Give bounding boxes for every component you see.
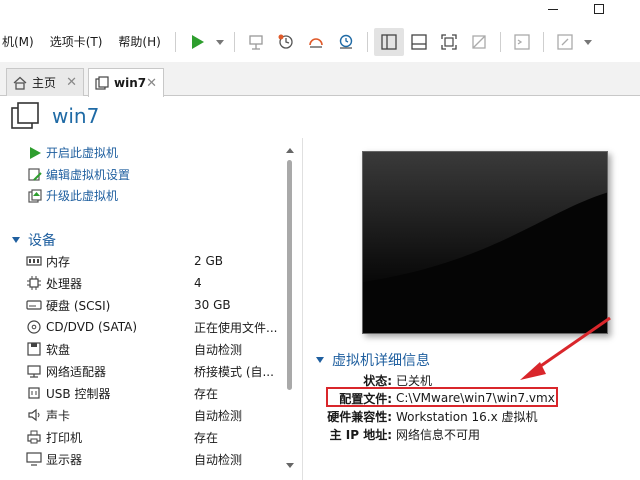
annotation-arrow-icon: [520, 316, 611, 380]
